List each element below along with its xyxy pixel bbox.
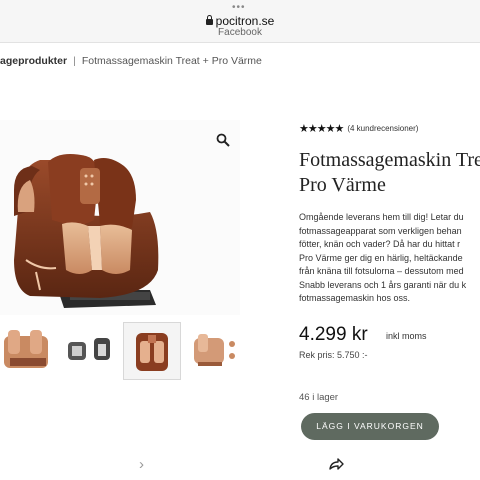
address-bar[interactable]: pocitron.se — [0, 14, 480, 28]
add-to-cart-button[interactable]: LÄGG I VARUKORGEN — [301, 413, 439, 440]
product-title-line-2: Pro Värme — [299, 174, 386, 196]
thumbnail-image — [4, 330, 48, 368]
thumbnail-image — [136, 333, 168, 371]
product-price: 4.299 kr — [299, 324, 368, 345]
description-line: fotmassageapparat som verkligen behan — [299, 225, 462, 236]
thumbnail-3-selected[interactable] — [123, 322, 181, 380]
foot-massager-image — [14, 154, 159, 308]
product-title-line-1: Fotmassagemaskin Tre — [299, 149, 480, 171]
description-line: från knäna till fotsulorna – dessutom me… — [299, 266, 464, 276]
thumbnail-4[interactable] — [184, 322, 240, 378]
browser-top-bar: ••• pocitron.se Facebook — [0, 0, 480, 43]
price-vat-note: inkl moms — [386, 331, 427, 341]
thumbnail-1[interactable] — [0, 322, 56, 378]
description-line: Omgående leverans hem till dig! Letar du — [299, 212, 464, 222]
rating: ★★★★★ (4 kundrecensioner) — [299, 122, 418, 135]
product-description: Omgående leverans hem till dig! Letar du… — [299, 211, 466, 306]
stock-status: 46 i lager — [299, 392, 339, 403]
share-icon[interactable] — [328, 456, 344, 472]
product-title: Fotmassagemaskin Tre Pro Värme — [299, 148, 480, 198]
browser-subtitle: Facebook — [218, 27, 262, 38]
description-line: fotmassagemaskin hos oss. — [299, 293, 411, 303]
lock-icon — [205, 15, 213, 25]
breadcrumb-current: Fotmassagemaskin Treat + Pro Värme — [81, 55, 262, 67]
description-line: Snabb leverans och 1 års garanti när du … — [299, 279, 467, 290]
chevron-right-icon[interactable]: › — [139, 456, 144, 473]
product-main-image[interactable] — [0, 120, 240, 315]
more-dots-icon[interactable]: ••• — [232, 2, 246, 13]
breadcrumb-separator: | — [73, 55, 76, 67]
star-rating-icon: ★★★★★ — [299, 123, 344, 135]
domain-text: pocitron.se — [215, 14, 275, 28]
thumbnail-image — [194, 334, 235, 366]
thumbnail-2[interactable] — [62, 322, 118, 378]
review-count-link[interactable]: (4 kundrecensioner) — [347, 124, 418, 133]
breadcrumb: ageprodukter | Fotmassagemaskin Treat + Pr… — [0, 55, 262, 67]
zoom-icon[interactable] — [216, 133, 230, 147]
breadcrumb-category[interactable]: ageprodukter — [0, 55, 67, 67]
description-line: Pro Värme ger dig en härlig, heltäckande — [299, 252, 463, 263]
thumbnail-image — [68, 338, 110, 360]
recommended-price: Rek pris: 5.750 :- — [299, 350, 368, 360]
description-line: fötter, knän och vader? Då har du hittat… — [299, 239, 461, 249]
